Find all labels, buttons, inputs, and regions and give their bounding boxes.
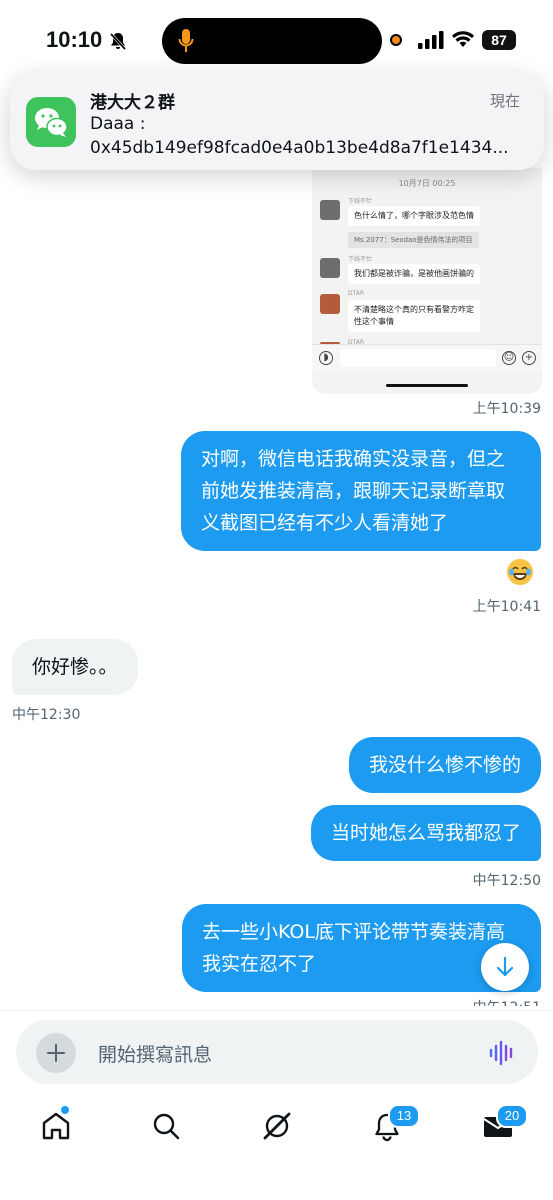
message-timestamp: 上午10:39 xyxy=(472,401,541,417)
screenshot-home-indicator xyxy=(386,384,468,387)
message-composer[interactable] xyxy=(16,1020,538,1084)
outgoing-message[interactable]: 对啊，微信电话我确实没录音，但之前她发推装清高，跟聊天记录断章取义截图已经有不少… xyxy=(181,431,541,551)
home-icon[interactable] xyxy=(36,1106,76,1146)
notification-body: 0x45db149ef98fcad0e4a0b13be4d8a7f1e1434.… xyxy=(90,138,509,158)
notification-sender: Daaa : xyxy=(90,114,146,134)
message-timestamp: 中午12:30 xyxy=(12,707,81,723)
screenshot-voice-icon: ◗ xyxy=(319,351,333,365)
shared-screenshot-image[interactable]: 10月7日 00:25 下线不忙 色什么情了，哪个字眼涉及范色情 Ms.2077… xyxy=(312,168,542,394)
voice-message-icon[interactable] xyxy=(488,1040,516,1066)
notification-banner[interactable]: 港大大２群 現在 Daaa : 0x45db149ef98fcad0e4a0b1… xyxy=(10,72,544,170)
bell-muted-icon xyxy=(109,32,127,51)
screenshot-sender: DTAR xyxy=(348,290,365,297)
screenshot-sender: 下线不忙 xyxy=(348,198,373,205)
screenshot-message: 我们都是被诈骗，是被他画饼骗的 xyxy=(348,264,480,284)
screenshot-sender: 下线不忙 xyxy=(348,256,373,263)
search-icon[interactable] xyxy=(146,1106,186,1146)
cellular-signal-icon xyxy=(418,31,444,49)
microphone-icon xyxy=(178,29,194,52)
screenshot-avatar xyxy=(320,200,340,220)
battery-level: 87 xyxy=(482,30,516,50)
incoming-message[interactable]: 你好惨。。 xyxy=(12,639,138,695)
screenshot-message: 不清楚略这个真的只有看警方咋定 性这个事情 xyxy=(348,300,480,332)
screenshot-message: 色什么情了，哪个字眼涉及范色情 xyxy=(348,206,480,226)
composer-divider xyxy=(0,1010,553,1011)
notification-time: 現在 xyxy=(490,92,521,110)
notification-title: 港大大２群 xyxy=(90,93,175,113)
screenshot-emoji-icon: ☺ xyxy=(502,351,516,365)
messages-badge: 20 xyxy=(496,1104,528,1128)
grok-icon[interactable] xyxy=(257,1106,297,1146)
arrow-down-icon xyxy=(496,956,514,977)
reaction-emoji[interactable] xyxy=(507,559,533,585)
home-unread-dot xyxy=(61,1106,69,1114)
notifications-badge: 13 xyxy=(388,1104,420,1128)
add-attachment-button[interactable] xyxy=(36,1033,76,1073)
message-timestamp: 上午10:41 xyxy=(472,599,541,615)
message-timestamp: 中午12:50 xyxy=(472,873,541,889)
wechat-logo-icon xyxy=(35,108,68,137)
wifi-icon xyxy=(452,31,474,47)
screenshot-input-box xyxy=(340,349,496,367)
outgoing-message[interactable]: 我没什么惨不惨的 xyxy=(348,737,541,793)
outgoing-message[interactable]: 当时她怎么骂我都忍了 xyxy=(310,805,541,861)
screenshot-date: 10月7日 00:25 xyxy=(398,179,456,188)
message-input[interactable]: 開始撰寫訊息 xyxy=(98,1040,212,1067)
status-time: 10:10 xyxy=(46,27,103,52)
recording-indicator xyxy=(390,34,402,46)
laughing-emoji-icon xyxy=(507,559,533,585)
wechat-app-icon xyxy=(26,97,76,147)
plus-icon xyxy=(47,1044,65,1062)
screenshot-plus-icon: + xyxy=(522,351,536,365)
screenshot-input-bar: ◗ ☺ + xyxy=(312,344,542,371)
screenshot-system-message: Ms.2077：Sexdao是色情伟法的项目 xyxy=(348,232,479,248)
scroll-to-bottom-button[interactable] xyxy=(481,943,529,991)
screenshot-avatar xyxy=(320,258,340,278)
dynamic-island xyxy=(162,18,382,64)
screenshot-avatar xyxy=(320,294,340,314)
